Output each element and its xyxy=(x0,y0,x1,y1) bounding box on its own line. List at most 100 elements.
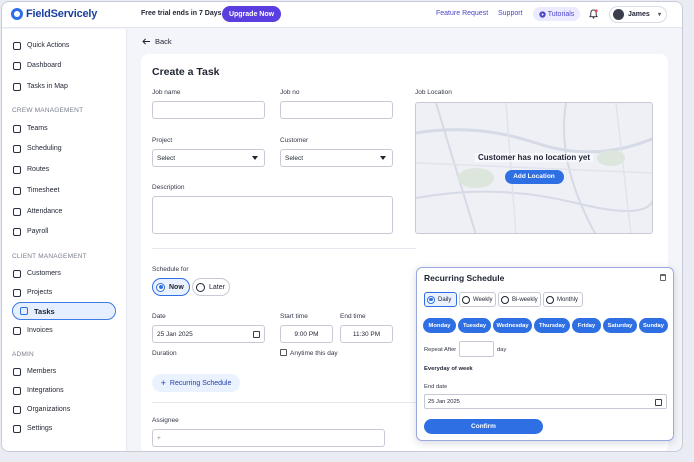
back-link[interactable]: Back xyxy=(142,37,172,46)
sidebar-item-dashboard[interactable]: Dashboard xyxy=(13,58,61,73)
invoices-icon xyxy=(13,326,21,335)
map-overlay: Customer has no location yet Add Locatio… xyxy=(416,103,652,233)
day-saturday[interactable]: Saturday xyxy=(603,318,637,333)
job-location-map[interactable]: Customer has no location yet Add Locatio… xyxy=(415,102,653,234)
recurring-schedule-popup: Recurring Schedule Daily Weekly Bi-weekl… xyxy=(416,267,674,441)
start-time-input[interactable]: 9:00 PM xyxy=(280,325,333,343)
sidebar-item-integrations[interactable]: Integrations xyxy=(13,383,64,398)
calendar-icon xyxy=(655,399,662,406)
trash-icon[interactable] xyxy=(660,274,666,281)
support-link[interactable]: Support xyxy=(498,10,523,17)
end-time-label: End time xyxy=(340,313,366,320)
anytime-label: Anytime this day xyxy=(290,350,338,357)
add-location-button[interactable]: Add Location xyxy=(504,169,564,184)
assignee-label: Assignee xyxy=(152,417,179,424)
frequency-daily[interactable]: Daily xyxy=(424,292,457,307)
user-menu[interactable]: James ▾ xyxy=(609,6,667,23)
date-value: 25 Jan 2025 xyxy=(157,330,193,338)
section-divider xyxy=(152,402,416,403)
sidebar-item-scheduling[interactable]: Scheduling xyxy=(13,141,62,156)
sidebar-item-label: Attendance xyxy=(27,208,63,215)
radio-indicator xyxy=(462,295,470,304)
gear-icon xyxy=(13,424,21,433)
sidebar-item-members[interactable]: Members xyxy=(13,364,56,379)
app-window: FieldServicely Free trial ends in 7 Days… xyxy=(1,1,683,452)
tutorials-label: Tutorials xyxy=(547,10,575,18)
sidebar-item-label: Routes xyxy=(27,166,50,173)
frequency-weekly[interactable]: Weekly xyxy=(459,292,496,307)
sidebar-item-label: Customers xyxy=(27,270,61,277)
start-time-label: Start time xyxy=(280,313,308,320)
day-thursday[interactable]: Thursday xyxy=(534,318,570,333)
recurrence-summary: Everyday of week xyxy=(424,366,473,372)
sidebar-item-settings[interactable]: Settings xyxy=(13,421,52,436)
day-monday[interactable]: Monday xyxy=(423,318,456,333)
sidebar-item-payroll[interactable]: Payroll xyxy=(13,224,48,239)
date-input[interactable]: 25 Jan 2025 xyxy=(152,325,265,343)
sidebar-item-tasks-in-map[interactable]: Tasks in Map xyxy=(13,79,68,94)
schedule-now-radio[interactable]: Now xyxy=(152,278,190,296)
chevron-down-icon xyxy=(252,156,258,160)
description-label: Description xyxy=(152,184,185,191)
schedule-for-label: Schedule for xyxy=(152,266,189,273)
sidebar-item-label: Projects xyxy=(27,289,53,296)
project-select[interactable]: Select xyxy=(152,149,265,167)
upgrade-button[interactable]: Upgrade Now xyxy=(222,6,281,22)
sidebar-item-routes[interactable]: Routes xyxy=(13,162,49,177)
end-time-value: 11:30 PM xyxy=(352,330,381,338)
sidebar-item-customers[interactable]: Customers xyxy=(13,266,61,281)
sidebar-item-invoices[interactable]: Invoices xyxy=(13,323,53,338)
popup-title: Recurring Schedule xyxy=(424,273,505,283)
sidebar-item-tasks[interactable]: Tasks xyxy=(12,302,116,320)
recurring-schedule-label: Recurring Schedule xyxy=(169,379,232,387)
sidebar-item-organizations[interactable]: Organizations xyxy=(13,402,70,417)
description-textarea[interactable] xyxy=(152,196,393,234)
frequency-label: Monthly xyxy=(557,296,579,303)
duration-label: Duration xyxy=(152,350,177,357)
radio-indicator xyxy=(501,295,509,304)
customer-select[interactable]: Select xyxy=(280,149,393,167)
schedule-now-label: Now xyxy=(169,283,184,291)
brand-name: FieldServicely xyxy=(26,8,98,20)
day-sunday[interactable]: Sunday xyxy=(639,318,668,333)
sidebar-item-attendance[interactable]: Attendance xyxy=(13,204,62,219)
frequency-label: Daily xyxy=(438,296,452,303)
end-date-input[interactable]: 25 Jan 2025 xyxy=(424,394,667,409)
frequency-biweekly[interactable]: Bi-weekly xyxy=(498,292,541,307)
sidebar-item-quick-actions[interactable]: Quick Actions xyxy=(13,38,69,53)
project-label: Project xyxy=(152,137,173,144)
confirm-button[interactable]: Confirm xyxy=(424,419,543,434)
feature-request-link[interactable]: Feature Request xyxy=(436,10,488,17)
job-name-input[interactable] xyxy=(152,101,265,119)
calendar-icon xyxy=(253,331,260,338)
recurring-schedule-button[interactable]: + Recurring Schedule xyxy=(152,374,240,392)
sidebar-item-timesheet[interactable]: Timesheet xyxy=(13,183,59,198)
assignee-placeholder: + xyxy=(157,434,161,442)
frequency-monthly[interactable]: Monthly xyxy=(543,292,583,307)
plus-icon: + xyxy=(160,377,166,388)
sidebar-item-projects[interactable]: Projects xyxy=(13,285,52,300)
day-wednesday[interactable]: Wednesday xyxy=(493,318,532,333)
job-no-input[interactable] xyxy=(280,101,393,119)
sidebar-item-label: Tasks xyxy=(34,306,55,316)
assignee-input[interactable]: + xyxy=(152,429,385,447)
brand-logo[interactable]: FieldServicely xyxy=(11,8,97,20)
anytime-checkbox[interactable] xyxy=(280,349,287,356)
chevron-down-icon: ▾ xyxy=(657,12,661,18)
notification-bell-icon[interactable] xyxy=(589,9,598,19)
end-time-input[interactable]: 11:30 PM xyxy=(340,325,393,343)
radio-indicator xyxy=(427,295,435,304)
sidebar-item-label: Invoices xyxy=(27,327,53,334)
top-bar: FieldServicely Free trial ends in 7 Days… xyxy=(2,2,682,28)
project-value: Select xyxy=(157,154,176,162)
day-tuesday[interactable]: Tuesday xyxy=(458,318,491,333)
customer-value: Select xyxy=(285,154,304,162)
sidebar-item-teams[interactable]: Teams xyxy=(13,121,48,136)
tutorials-button[interactable]: Tutorials xyxy=(533,7,580,21)
day-friday[interactable]: Friday xyxy=(572,318,601,333)
back-label: Back xyxy=(155,37,172,46)
repeat-after-input[interactable] xyxy=(459,341,494,357)
schedule-later-radio[interactable]: Later xyxy=(192,278,230,296)
calendar-icon xyxy=(13,144,21,153)
frequency-label: Weekly xyxy=(473,296,493,303)
